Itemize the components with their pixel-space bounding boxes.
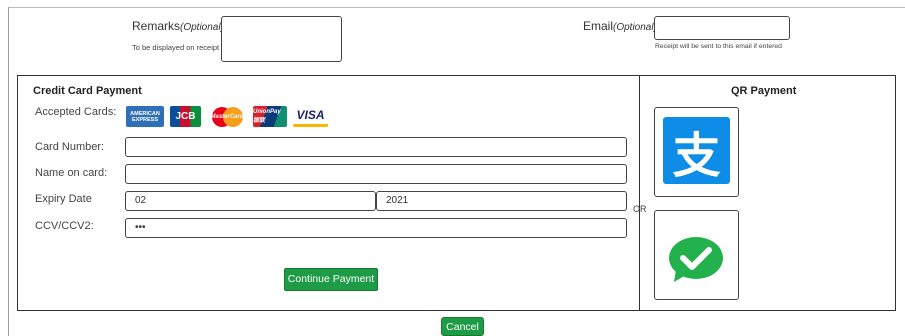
expiry-month-select[interactable]: 02: [125, 191, 376, 211]
remarks-optional-hint: (Optional): [180, 22, 224, 33]
expiry-year-select[interactable]: 2021: [376, 191, 627, 211]
card-number-input[interactable]: [125, 137, 627, 157]
mastercard-logo: MasterCard: [207, 106, 247, 127]
email-optional-hint: (Optional): [613, 22, 657, 33]
continue-payment-button[interactable]: Continue Payment: [284, 268, 378, 291]
ccv-input[interactable]: •••: [125, 218, 627, 238]
remarks-textarea[interactable]: [221, 16, 342, 62]
left-frame-border: [8, 7, 9, 336]
name-on-card-input[interactable]: [125, 164, 627, 184]
qr-payment-title: QR Payment: [731, 85, 797, 97]
alipay-option[interactable]: 支: [654, 107, 739, 197]
credit-card-payment-title: Credit Card Payment: [33, 85, 142, 97]
email-hint: Receipt will be sent to this email if en…: [655, 43, 782, 50]
jcb-logo: JCB: [170, 106, 201, 127]
accepted-cards-label: Accepted Cards:: [35, 106, 117, 118]
or-separator: OR: [633, 204, 647, 214]
unionpay-logo: UnionPay 银联: [253, 106, 287, 127]
visa-logo: VISA: [293, 106, 328, 127]
american-express-logo: AMERICAN EXPRESS: [126, 106, 164, 127]
accepted-cards-list: AMERICAN EXPRESS JCB MasterCard UnionPay…: [126, 105, 328, 128]
card-number-label: Card Number:: [35, 141, 105, 153]
email-label: Email(Optional): [583, 19, 657, 33]
wechat-pay-option[interactable]: [654, 210, 739, 300]
top-divider: [8, 7, 905, 8]
email-input[interactable]: [654, 16, 790, 40]
remarks-label: Remarks(Optional): [132, 19, 224, 33]
alipay-icon: 支: [663, 117, 730, 184]
cancel-button[interactable]: Cancel: [441, 317, 484, 336]
ccv-label: CCV/CCV2:: [35, 220, 94, 232]
wechat-pay-icon: [669, 237, 723, 282]
name-on-card-label: Name on card:: [35, 167, 108, 179]
panel-divider: [639, 75, 640, 311]
remarks-hint: To be displayed on receipt: [132, 43, 220, 52]
expiry-date-label: Expiry Date: [35, 193, 92, 205]
